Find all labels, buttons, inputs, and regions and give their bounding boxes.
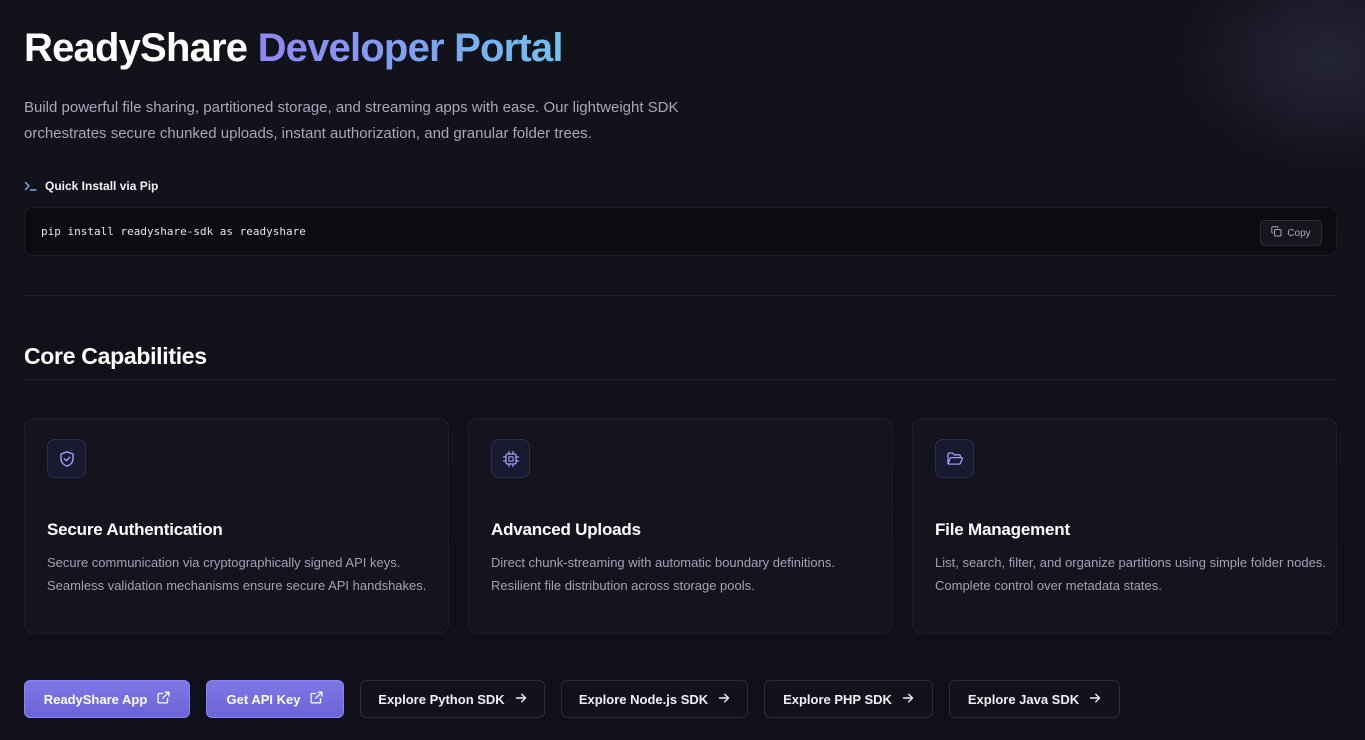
- install-label: Quick Install via Pip: [24, 179, 158, 193]
- title-accent: Developer Portal: [257, 26, 564, 70]
- card-title: Secure Authentication: [47, 520, 223, 539]
- divider: [24, 379, 1337, 380]
- copy-button[interactable]: Copy: [1260, 220, 1322, 246]
- explore-java-sdk-button[interactable]: Explore Java SDK: [949, 680, 1120, 718]
- section-title: Core Capabilities: [24, 343, 207, 369]
- card-description: List, search, filter, and organize parti…: [935, 555, 1326, 593]
- install-command: pip install readyshare-sdk as readyshare: [41, 225, 306, 238]
- card-title: Advanced Uploads: [491, 520, 641, 539]
- arrow-right-icon: [515, 692, 527, 707]
- copy-label: Copy: [1287, 227, 1311, 239]
- install-label-text: Quick Install via Pip: [45, 179, 159, 193]
- terminal-icon: [24, 180, 37, 192]
- explore-nodejs-sdk-button[interactable]: Explore Node.js SDK: [561, 680, 748, 718]
- title-brand: ReadyShare: [24, 26, 248, 70]
- button-label: Get API Key: [226, 691, 301, 707]
- divider: [24, 295, 1337, 296]
- button-label: Explore Java SDK: [967, 691, 1080, 707]
- arrow-right-icon: [1089, 692, 1101, 707]
- cpu-chip-icon: [491, 439, 530, 478]
- button-label: Explore Node.js SDK: [578, 691, 709, 707]
- card-description: Secure communication via cryptographical…: [47, 555, 427, 593]
- external-link-icon: [157, 691, 170, 707]
- readyshare-app-button[interactable]: ReadyShare App: [24, 680, 190, 718]
- button-label: ReadyShare App: [43, 691, 148, 707]
- hero-description: Build powerful file sharing, partitioned…: [24, 99, 679, 142]
- capability-card-authentication: Secure Authentication Secure communicati…: [24, 418, 449, 634]
- card-description: Direct chunk-streaming with automatic bo…: [491, 555, 835, 593]
- arrow-right-icon: [718, 692, 730, 707]
- explore-php-sdk-button[interactable]: Explore PHP SDK: [764, 680, 933, 718]
- card-title: File Management: [935, 520, 1070, 539]
- explore-python-sdk-button[interactable]: Explore Python SDK: [360, 680, 545, 718]
- copy-icon: [1271, 226, 1282, 240]
- arrow-right-icon: [902, 692, 914, 707]
- page-title: ReadyShare Developer Portal: [24, 26, 563, 71]
- install-code-block: pip install readyshare-sdk as readyshare…: [24, 207, 1337, 256]
- button-label: Explore Python SDK: [378, 691, 505, 707]
- external-link-icon: [310, 691, 324, 707]
- shield-check-icon: [47, 439, 86, 478]
- capability-card-file-management: File Management List, search, filter, an…: [912, 418, 1337, 634]
- button-label: Explore PHP SDK: [783, 691, 892, 707]
- folder-open-icon: [935, 439, 974, 478]
- capability-card-uploads: Advanced Uploads Direct chunk-streaming …: [468, 418, 893, 634]
- get-api-key-button[interactable]: Get API Key: [206, 680, 344, 718]
